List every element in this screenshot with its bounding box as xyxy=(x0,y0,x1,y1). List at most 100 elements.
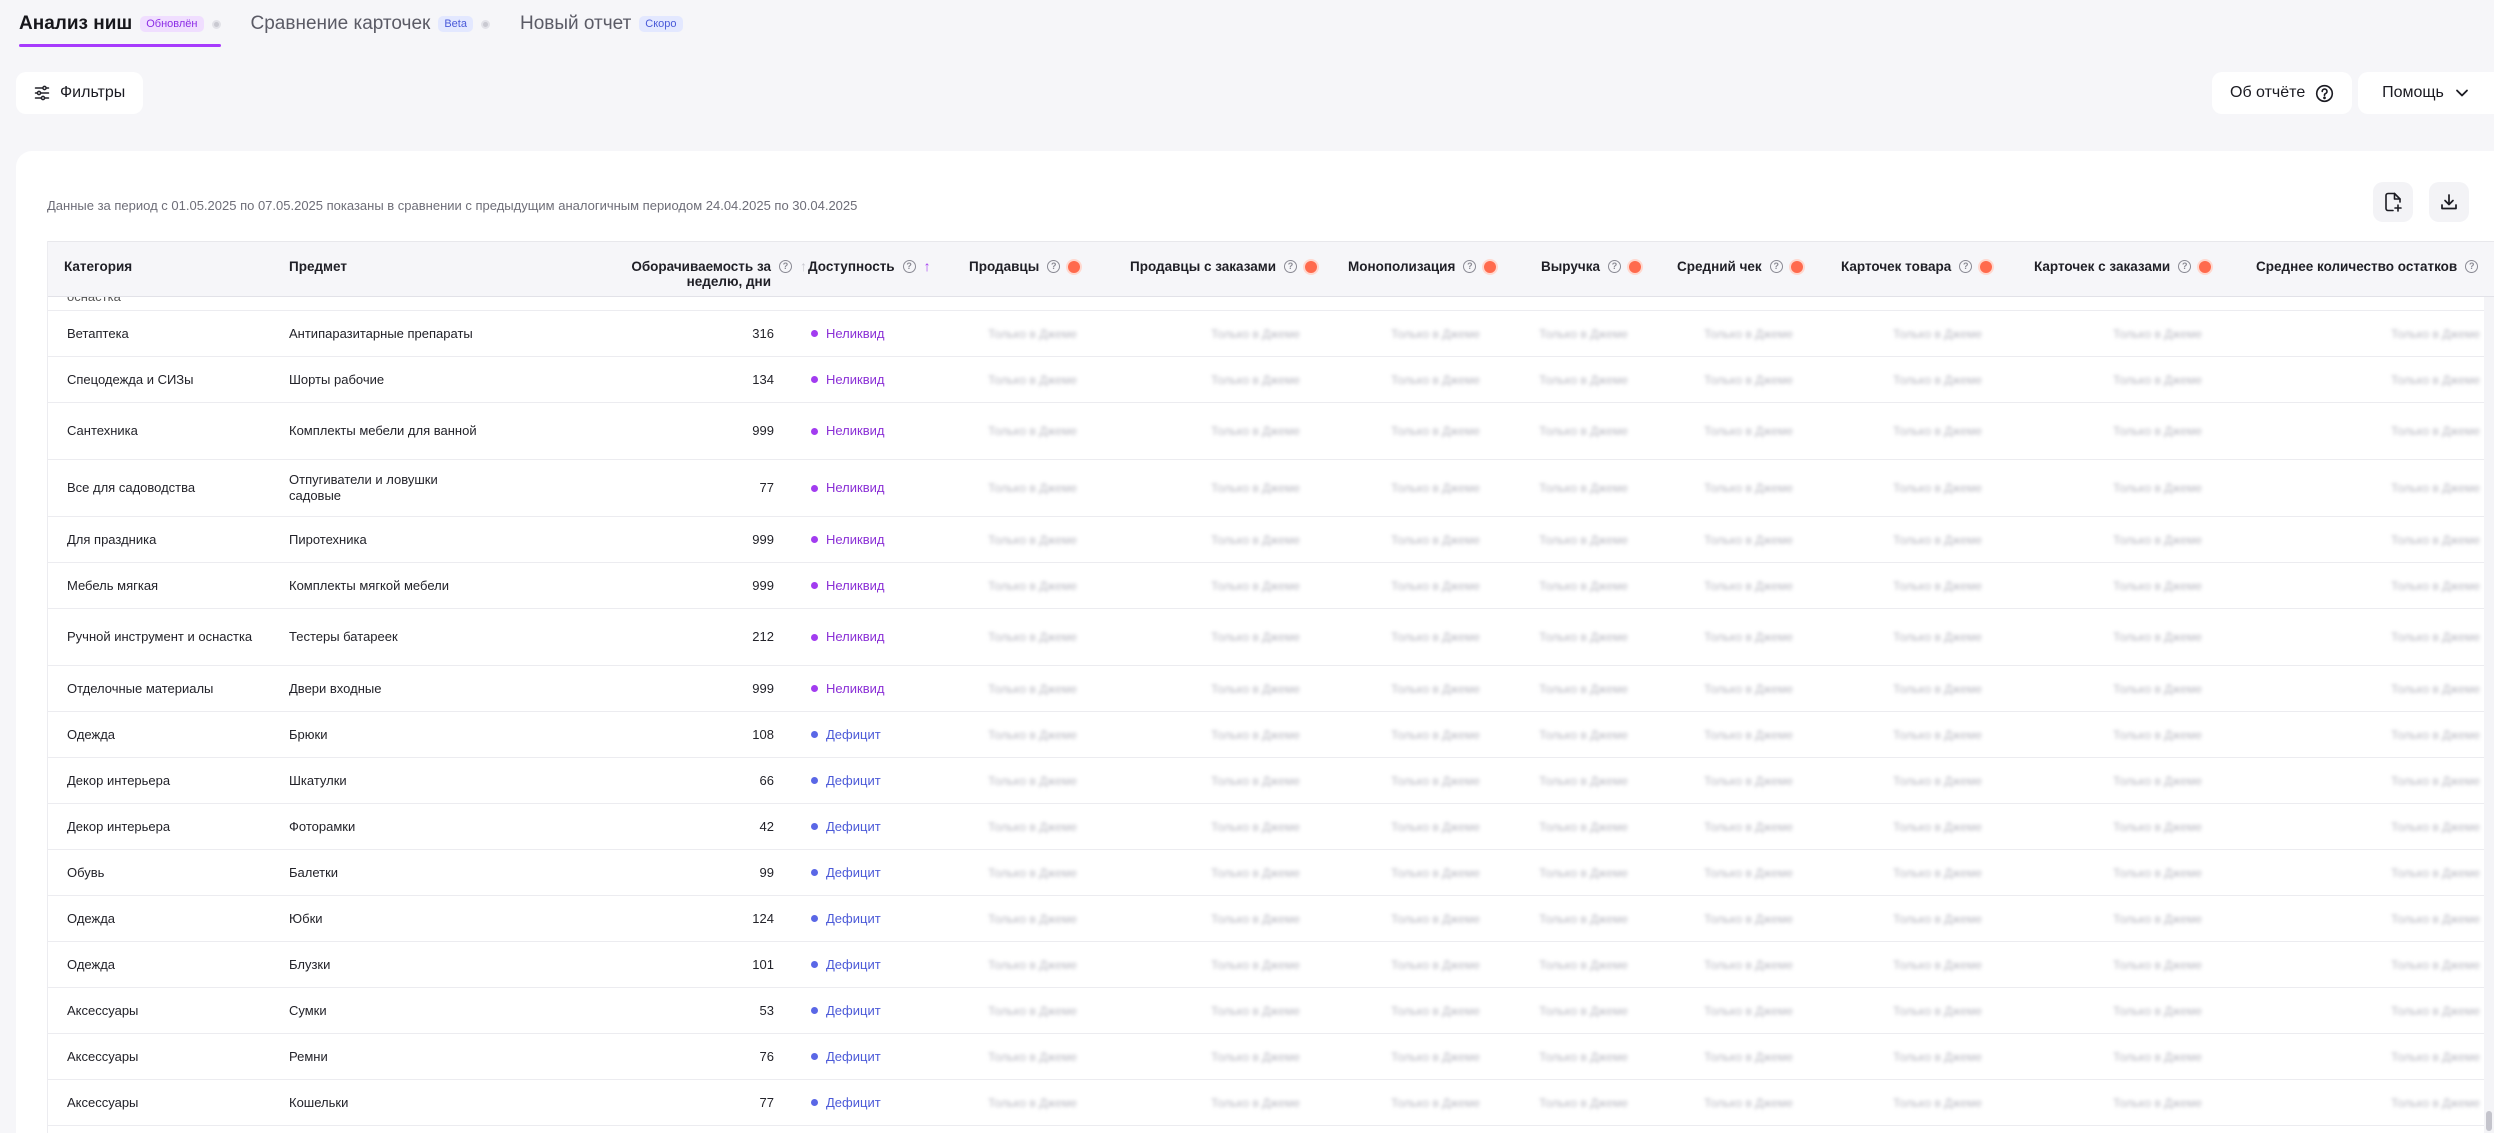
locked-value-blurred: Только в Джеме xyxy=(1704,819,1793,834)
question-icon[interactable]: ? xyxy=(1047,260,1061,273)
availability-cell: Дефицит xyxy=(811,850,881,895)
availability-label: Неликвид xyxy=(826,629,885,644)
locked-value-blurred: Только в Джеме xyxy=(1893,532,1982,547)
locked-value-blurred: Только в Джеме xyxy=(1539,727,1628,742)
table-row[interactable]: Аксессуары Ремни 76 Дефицит Только в Джеме То… xyxy=(48,1034,2494,1080)
turnover-cell: 212 xyxy=(752,629,774,644)
question-icon[interactable]: ? xyxy=(2465,260,2479,273)
locked-value-blurred: Только в Джеме xyxy=(1211,372,1300,387)
column-header-cards[interactable]: Карточек товара ? xyxy=(1841,259,1993,274)
locked-value-blurred: Только в Джеме xyxy=(988,481,1077,495)
locked-value-blurred: Только в Джеме xyxy=(1391,424,1480,438)
tab-label: Сравнение карточек xyxy=(250,13,431,34)
category-cell: Аксессуары xyxy=(67,1048,139,1064)
table-row[interactable]: Аксессуары Кошельки 77 Дефицит Только в Джем… xyxy=(48,1080,2494,1126)
availability-label: Неликвид xyxy=(826,480,885,495)
column-header-sellers[interactable]: Продавцы ? xyxy=(969,259,1081,274)
column-header-avg-check[interactable]: Средний чек ? xyxy=(1677,259,1803,274)
table-row[interactable]: Для праздника Пиротехника 999 Неликвид Тольк… xyxy=(48,517,2494,563)
table-row[interactable]: Одежда Юбки 124 Дефицит Только в Джеме Только… xyxy=(48,896,2494,942)
filters-button[interactable]: Фильтры xyxy=(16,72,144,114)
download-button[interactable] xyxy=(2429,182,2469,222)
locked-value-blurred: Только в Джеме xyxy=(1704,578,1793,593)
period-description: Данные за период с 01.05.2025 по 07.05.2… xyxy=(47,198,858,213)
column-header-subject[interactable]: Предмет xyxy=(289,259,347,274)
tab-cards-comparison[interactable]: Сравнение карточек Beta xyxy=(251,0,490,48)
updated-badge: Обновлён xyxy=(140,16,204,32)
table-row[interactable]: Аксессуары Сумки 53 Дефицит Только в Джеме То… xyxy=(48,988,2494,1034)
locked-value-blurred: Только в Джеме xyxy=(1893,957,1982,972)
table-row[interactable]: Мебель мягкая Комплекты мягкой мебели 999 Н… xyxy=(48,563,2494,609)
status-dot-icon xyxy=(811,376,818,383)
question-icon[interactable]: ? xyxy=(1463,260,1477,273)
subject-cell: Кошельки xyxy=(289,1094,349,1110)
scrollbar-thumb[interactable] xyxy=(2486,1111,2492,1131)
column-header-cards-with-orders[interactable]: Карточек с заказами ? xyxy=(2034,259,2212,274)
tab-new-report[interactable]: Новый отчет Скоро xyxy=(520,0,683,48)
table-row[interactable]: Одежда Блузки 101 Дефицит Только в Джеме Толь… xyxy=(48,942,2494,988)
turnover-cell: 77 xyxy=(759,1094,774,1110)
column-header-sellers-with-orders[interactable]: Продавцы с заказами ? xyxy=(1130,259,1318,274)
locked-value-blurred: Только в Джеме xyxy=(2391,1095,2480,1110)
question-icon[interactable]: ? xyxy=(1769,260,1783,273)
locked-value-blurred: Только в Джеме xyxy=(1893,424,1982,438)
table-row[interactable]: Декор интерьера Шкатулки 66 Дефицит Только в… xyxy=(48,758,2494,804)
locked-value-blurred: Только в Джеме xyxy=(1391,1003,1480,1018)
locked-value-blurred: Только в Джеме xyxy=(1211,957,1300,972)
question-icon[interactable]: ? xyxy=(1959,260,1973,273)
report-panel: Данные за период с 01.05.2025 по 07.05.2… xyxy=(16,151,2494,1133)
category-cell: Одежда xyxy=(67,910,116,926)
question-icon[interactable]: ? xyxy=(2178,260,2192,273)
status-dot-icon xyxy=(811,915,818,922)
table-row[interactable]: Ручной инструмент и оснастка Тестеры бата… xyxy=(48,609,2494,666)
premium-lock-icon xyxy=(1980,261,1993,273)
question-icon[interactable]: ? xyxy=(1607,260,1621,273)
about-report-button[interactable]: Об отчёте xyxy=(2212,72,2353,114)
download-icon xyxy=(2441,194,2457,210)
status-dot-icon xyxy=(811,427,818,435)
column-header-revenue[interactable]: Выручка ? xyxy=(1541,259,1641,274)
locked-value-blurred: Только в Джеме xyxy=(1893,630,1982,644)
table-row[interactable]: Сантехника Комплекты мебели для ванной 999… xyxy=(48,403,2494,460)
locked-value-blurred: Только в Джеме xyxy=(2391,911,2480,926)
status-dot-icon xyxy=(811,777,818,784)
turnover-cell: 134 xyxy=(752,371,774,387)
help-dropdown-button[interactable]: Помощь xyxy=(2358,72,2494,114)
column-header-turnover[interactable]: Оборачиваемость за неделю, дни ? ↑ xyxy=(537,259,807,289)
locked-value-blurred: Только в Джеме xyxy=(2391,865,2480,880)
locked-value-blurred: Только в Джеме xyxy=(988,630,1077,644)
premium-lock-icon xyxy=(1484,261,1497,273)
locked-value-blurred: Только в Джеме xyxy=(1704,481,1793,495)
locked-value-blurred: Только в Джеме xyxy=(1539,773,1628,788)
question-icon[interactable]: ? xyxy=(779,260,792,273)
status-dot-icon xyxy=(811,536,818,543)
turnover-cell: 316 xyxy=(752,325,774,341)
column-header-category[interactable]: Категория xyxy=(64,259,132,274)
table-row[interactable]: Все для садоводства Отпугиватели и ловушк… xyxy=(48,460,2494,517)
sort-arrow-icon[interactable]: ↑ xyxy=(800,259,807,273)
locked-value-blurred: Только в Джеме xyxy=(1539,424,1628,438)
table-row[interactable]: Одежда Брюки 108 Дефицит Только в Джеме Тольк… xyxy=(48,712,2494,758)
export-file-button[interactable] xyxy=(2373,182,2413,222)
tab-niche-analysis[interactable]: Анализ ниш Обновлён xyxy=(19,0,221,48)
vertical-scrollbar[interactable] xyxy=(2484,297,2494,1133)
sort-arrow-active-icon[interactable]: ↑ xyxy=(924,259,931,273)
availability-label: Дефицит xyxy=(826,864,881,880)
category-cell: Обувь xyxy=(67,864,105,880)
table-row[interactable]: Декор интерьера Фоторамки 42 Дефицит Только … xyxy=(48,804,2494,850)
table-row[interactable]: Обувь Балетки 99 Дефицит Только в Джеме Тольк… xyxy=(48,850,2494,896)
column-header-availability[interactable]: Доступность ? ↑ xyxy=(808,259,931,274)
table-row[interactable]: Отделочные материалы Двери входные 999 Нели… xyxy=(48,666,2494,712)
locked-value-blurred: Только в Джеме xyxy=(2113,481,2202,495)
subject-cell: Ремни xyxy=(289,1048,328,1064)
question-icon[interactable]: ? xyxy=(1284,260,1298,273)
question-icon[interactable]: ? xyxy=(902,260,916,273)
locked-value-blurred: Только в Джеме xyxy=(1391,681,1480,696)
locked-value-blurred: Только в Джеме xyxy=(1539,1095,1628,1110)
status-dot-icon xyxy=(811,1007,818,1014)
table-row[interactable]: Спецодежда и СИЗы Шорты рабочие 134 Неликви… xyxy=(48,357,2494,403)
column-header-monopolization[interactable]: Монополизация ? xyxy=(1348,259,1497,274)
column-header-avg-stock[interactable]: Среднее количество остатков ? xyxy=(2256,259,2479,274)
status-dot-icon xyxy=(811,961,818,968)
table-row[interactable]: Ветаптека Антипаразитарные препараты 316 Не… xyxy=(48,311,2494,357)
